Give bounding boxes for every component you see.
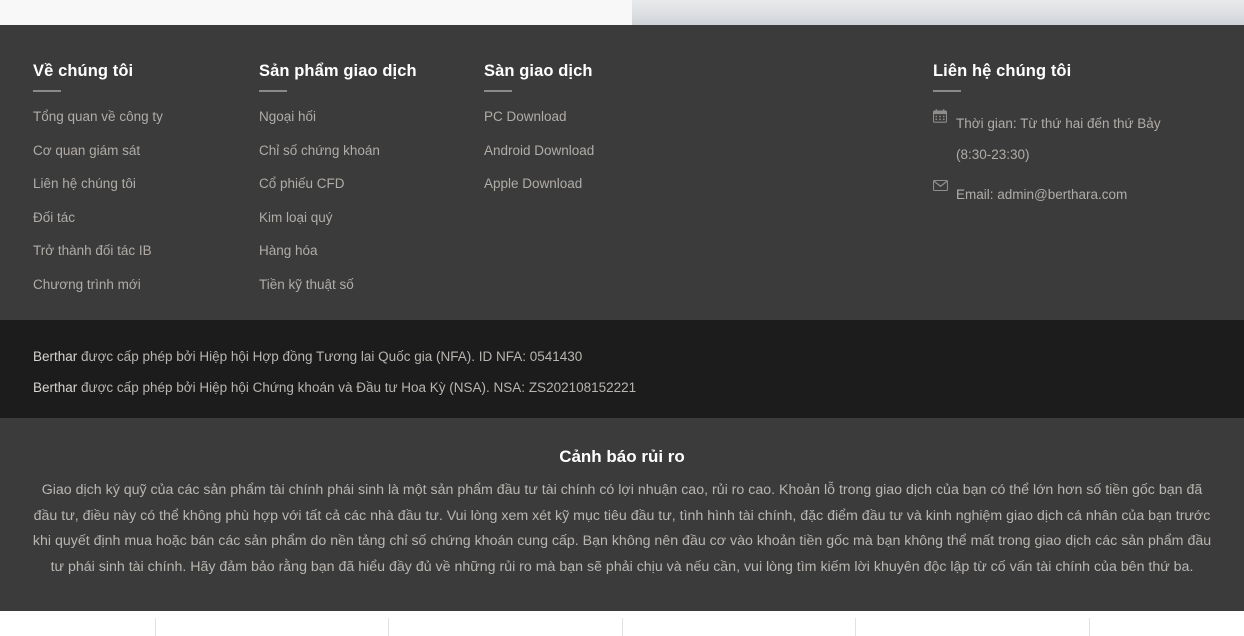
footer-column-title: Về chúng tôi (33, 62, 134, 80)
brand-name: Berthar (33, 349, 78, 364)
footer-link[interactable]: Tổng quan về công ty (33, 109, 163, 125)
footer-link-list: Ngoại hối Chỉ số chứng khoán Cổ phiếu CF… (259, 108, 417, 294)
brand-name: Berthar (33, 380, 78, 395)
footer-link[interactable]: Chương trình mới (33, 277, 141, 293)
bottom-nav-divider (1089, 618, 1090, 636)
contact-hours-text: Thời gian: Từ thứ hai đến thứ Bảy (8:30-… (956, 108, 1161, 170)
list-item: Tiền kỹ thuật số (259, 276, 417, 294)
footer-link[interactable]: Tiền kỹ thuật số (259, 277, 354, 293)
page-root: Về chúng tôi Tổng quan về công ty Cơ qua… (0, 0, 1244, 636)
risk-warning-title: Cảnh báo rủi ro (559, 447, 685, 466)
footer-link-list: Tổng quan về công ty Cơ quan giám sát Li… (33, 108, 163, 294)
risk-warning-body: Giao dịch ký quỹ của các sản phẩm tài ch… (32, 482, 1212, 575)
footer-link[interactable]: Kim loại quý (259, 210, 333, 226)
list-item: Kim loại quý (259, 209, 417, 227)
contact-hours-row: Thời gian: Từ thứ hai đến thứ Bảy (8:30-… (933, 108, 1161, 170)
risk-warning-band: Cảnh báo rủi ro Giao dịch ký quỹ của các… (0, 418, 1244, 611)
license-line-nsa: Berthar được cấp phép bởi Hiệp hội Chứng… (33, 379, 636, 396)
bottom-nav-divider (855, 618, 856, 636)
footer-column-title: Liên hệ chúng tôi (933, 62, 1072, 80)
footer-link[interactable]: Cổ phiếu CFD (259, 176, 345, 192)
contact-rows: Thời gian: Từ thứ hai đến thứ Bảy (8:30-… (933, 108, 1161, 210)
list-item: Liên hệ chúng tôi (33, 175, 163, 193)
footer-link[interactable]: Trở thành đối tác IB (33, 243, 152, 259)
footer-link[interactable]: Hàng hóa (259, 243, 318, 259)
contact-hours-line-1: Thời gian: Từ thứ hai đến thứ Bảy (956, 116, 1161, 131)
list-item: Cơ quan giám sát (33, 142, 163, 160)
footer-link[interactable]: Cơ quan giám sát (33, 143, 140, 159)
footer-main: Về chúng tôi Tổng quan về công ty Cơ qua… (0, 25, 1244, 320)
title-underline-rule (933, 90, 961, 92)
license-text-nsa: được cấp phép bởi Hiệp hội Chứng khoán v… (77, 380, 637, 395)
hero-photo-strip (632, 0, 1244, 25)
footer-link-list: PC Download Android Download Apple Downl… (484, 108, 594, 193)
license-line-nfa: Berthar được cấp phép bởi Hiệp hội Hợp đ… (33, 348, 582, 365)
footer-link-pc-download[interactable]: PC Download (484, 109, 567, 125)
footer-link[interactable]: Đối tác (33, 210, 75, 226)
list-item: Chương trình mới (33, 276, 163, 294)
contact-email-text[interactable]: Email: admin@berthara.com (956, 179, 1127, 210)
footer-column-platforms: Sàn giao dịch PC Download Android Downlo… (484, 61, 594, 209)
list-item: PC Download (484, 108, 594, 126)
list-item: Hàng hóa (259, 242, 417, 260)
bottom-nav-bar[interactable] (0, 611, 1244, 636)
footer-columns: Về chúng tôi Tổng quan về công ty Cơ qua… (0, 25, 1244, 320)
bottom-nav-divider (622, 618, 623, 636)
footer-column-about: Về chúng tôi Tổng quan về công ty Cơ qua… (33, 61, 163, 309)
bottom-nav-divider (155, 618, 156, 636)
footer-link[interactable]: Chỉ số chứng khoán (259, 143, 380, 159)
footer-link[interactable]: Liên hệ chúng tôi (33, 176, 136, 192)
title-underline-rule (484, 90, 512, 92)
footer-link-apple-download[interactable]: Apple Download (484, 176, 582, 192)
license-band: Berthar được cấp phép bởi Hiệp hội Hợp đ… (0, 320, 1244, 418)
title-underline-rule (33, 90, 61, 92)
calendar-icon (933, 109, 948, 123)
list-item: Ngoại hối (259, 108, 417, 126)
list-item: Android Download (484, 142, 594, 160)
footer-column-title: Sàn giao dịch (484, 62, 593, 80)
list-item: Apple Download (484, 175, 594, 193)
contact-email-row: Email: admin@berthara.com (933, 179, 1161, 210)
envelope-icon (933, 180, 948, 191)
footer-link[interactable]: Ngoại hối (259, 109, 316, 125)
list-item: Đối tác (33, 209, 163, 227)
bottom-nav-divider (388, 618, 389, 636)
license-text-nfa: được cấp phép bởi Hiệp hội Hợp đồng Tươn… (77, 349, 583, 364)
footer-link-android-download[interactable]: Android Download (484, 143, 594, 159)
list-item: Tổng quan về công ty (33, 108, 163, 126)
title-underline-rule (259, 90, 287, 92)
list-item: Cổ phiếu CFD (259, 175, 417, 193)
footer-column-contact: Liên hệ chúng tôi Thời gian: Từ thứ hai … (933, 61, 1161, 219)
list-item: Chỉ số chứng khoán (259, 142, 417, 160)
footer-column-title: Sản phẩm giao dịch (259, 62, 417, 80)
list-item: Trở thành đối tác IB (33, 242, 163, 260)
footer-column-products: Sản phẩm giao dịch Ngoại hối Chỉ số chứn… (259, 61, 417, 309)
contact-hours-line-2: (8:30-23:30) (956, 147, 1030, 162)
